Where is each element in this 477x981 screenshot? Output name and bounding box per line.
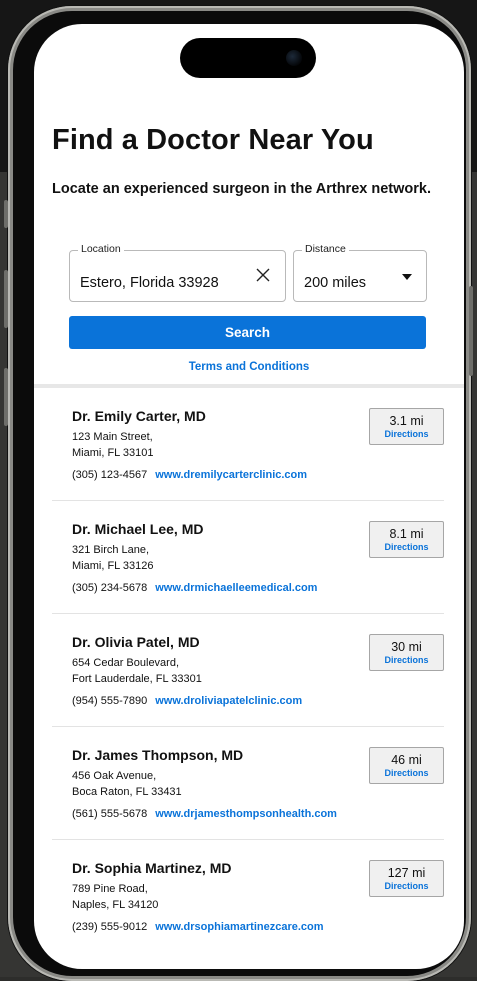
distance-badge[interactable]: 8.1 mi Directions xyxy=(369,521,444,558)
result-card: Dr. Michael Lee, MD 321 Birch Lane, Miam… xyxy=(52,501,444,614)
address-line-1: 456 Oak Avenue, xyxy=(72,770,157,782)
doctor-name: Dr. Olivia Patel, MD xyxy=(72,634,200,650)
distance-label: Distance xyxy=(302,243,349,255)
website-link[interactable]: www.dremilycarterclinic.com xyxy=(155,469,307,481)
results-list: Dr. Emily Carter, MD 123 Main Street, Mi… xyxy=(34,388,464,952)
directions-link[interactable]: Directions xyxy=(370,655,443,665)
doctor-address: 456 Oak Avenue, Boca Raton, FL 33431 xyxy=(72,768,182,800)
location-field[interactable]: Location Estero, Florida 33928 xyxy=(69,243,286,302)
volume-up-button xyxy=(4,270,8,328)
result-card: Dr. Olivia Patel, MD 654 Cedar Boulevard… xyxy=(52,614,444,727)
address-line-1: 654 Cedar Boulevard, xyxy=(72,657,180,669)
result-card: Dr. James Thompson, MD 456 Oak Avenue, B… xyxy=(52,727,444,840)
phone-screen: Find a Doctor Near You Locate an experie… xyxy=(34,24,464,969)
address-line-2: Miami, FL 33126 xyxy=(72,560,154,572)
phone-number[interactable]: (305) 123-4567 xyxy=(72,469,147,481)
page-title: Find a Doctor Near You xyxy=(52,124,374,156)
address-line-1: 321 Birch Lane, xyxy=(72,544,150,556)
doctor-address: 321 Birch Lane, Miami, FL 33126 xyxy=(72,542,154,574)
directions-link[interactable]: Directions xyxy=(370,542,443,552)
doctor-contact: (954) 555-7890 www.droliviapatelclinic.co… xyxy=(72,695,302,707)
volume-down-button xyxy=(4,368,8,426)
phone-number[interactable]: (954) 555-7890 xyxy=(72,695,147,707)
doctor-contact: (239) 555-9012 www.drsophiamartinezcare.c… xyxy=(72,921,324,933)
doctor-address: 654 Cedar Boulevard, Fort Lauderdale, FL… xyxy=(72,655,202,687)
doctor-name: Dr. James Thompson, MD xyxy=(72,747,244,763)
directions-link[interactable]: Directions xyxy=(370,768,443,778)
directions-link[interactable]: Directions xyxy=(370,429,443,439)
distance-select[interactable]: Distance 200 miles xyxy=(293,243,427,302)
doctor-name: Dr. Michael Lee, MD xyxy=(72,521,204,537)
address-line-2: Fort Lauderdale, FL 33301 xyxy=(72,673,202,685)
location-input[interactable]: Estero, Florida 33928 xyxy=(80,275,219,291)
camera-lens xyxy=(286,50,302,66)
address-line-2: Naples, FL 34120 xyxy=(72,899,159,911)
page-subtitle: Locate an experienced surgeon in the Art… xyxy=(52,181,431,197)
distance-value: 200 miles xyxy=(304,275,367,291)
address-line-2: Miami, FL 33101 xyxy=(72,447,154,459)
doctor-contact: (305) 123-4567 www.dremilycarterclinic.co… xyxy=(72,469,307,481)
result-card: Dr. Sophia Martinez, MD 789 Pine Road, N… xyxy=(52,840,444,952)
address-line-1: 789 Pine Road, xyxy=(72,883,148,895)
close-icon[interactable] xyxy=(255,267,271,283)
terms-link[interactable]: Terms and Conditions xyxy=(34,361,464,373)
website-link[interactable]: www.drjamesthompsonhealth.com xyxy=(155,808,337,820)
doctor-name: Dr. Emily Carter, MD xyxy=(72,408,206,424)
website-link[interactable]: www.drsophiamartinezcare.com xyxy=(155,921,323,933)
distance-badge[interactable]: 46 mi Directions xyxy=(369,747,444,784)
doctor-address: 789 Pine Road, Naples, FL 34120 xyxy=(72,881,158,913)
website-link[interactable]: www.drmichaelleemedical.com xyxy=(155,582,317,594)
phone-number[interactable]: (239) 555-9012 xyxy=(72,921,147,933)
chevron-down-icon[interactable] xyxy=(402,274,412,280)
distance-text: 127 mi xyxy=(387,866,426,880)
distance-text: 8.1 mi xyxy=(389,527,424,541)
website-link[interactable]: www.droliviapatelclinic.com xyxy=(155,695,302,707)
search-button[interactable]: Search xyxy=(69,316,426,349)
dynamic-island xyxy=(180,38,316,78)
power-button xyxy=(469,286,473,376)
phone-number[interactable]: (305) 234-5678 xyxy=(72,582,147,594)
doctor-name: Dr. Sophia Martinez, MD xyxy=(72,860,232,876)
distance-text: 30 mi xyxy=(391,640,422,654)
directions-link[interactable]: Directions xyxy=(370,881,443,891)
doctor-contact: (305) 234-5678 www.drmichaelleemedical.co… xyxy=(72,582,317,594)
distance-badge[interactable]: 127 mi Directions xyxy=(369,860,444,897)
address-line-1: 123 Main Street, xyxy=(72,431,153,443)
distance-badge[interactable]: 30 mi Directions xyxy=(369,634,444,671)
doctor-contact: (561) 555-5678 www.drjamesthompsonhealth.… xyxy=(72,808,337,820)
action-button xyxy=(4,200,8,228)
location-label: Location xyxy=(78,243,124,255)
phone-number[interactable]: (561) 555-5678 xyxy=(72,808,147,820)
address-line-2: Boca Raton, FL 33431 xyxy=(72,786,182,798)
distance-badge[interactable]: 3.1 mi Directions xyxy=(369,408,444,445)
distance-text: 3.1 mi xyxy=(389,414,424,428)
doctor-address: 123 Main Street, Miami, FL 33101 xyxy=(72,429,154,461)
distance-text: 46 mi xyxy=(391,753,422,767)
result-card: Dr. Emily Carter, MD 123 Main Street, Mi… xyxy=(52,388,444,501)
